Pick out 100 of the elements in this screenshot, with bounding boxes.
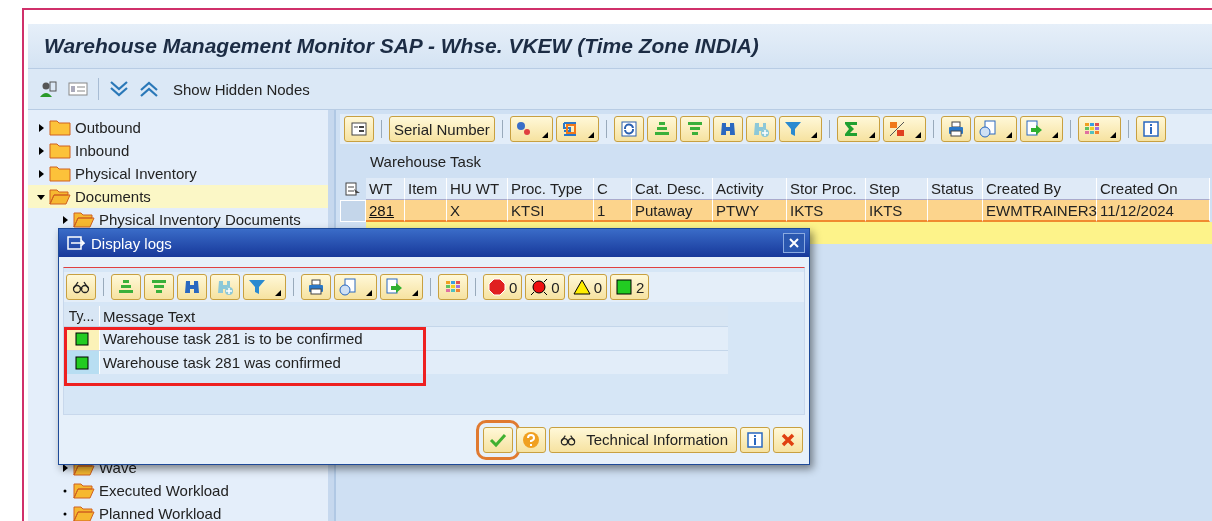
expander-icon[interactable] (36, 192, 45, 201)
filter-icon (783, 120, 802, 138)
column-header[interactable]: Item (405, 178, 447, 200)
column-header[interactable]: Cat. Desc. (632, 178, 713, 200)
caret-icon (587, 132, 594, 138)
filter-button[interactable] (778, 116, 822, 142)
grid-button[interactable] (438, 274, 468, 300)
binoculars-plus-button[interactable] (745, 116, 776, 142)
grid-button[interactable] (1077, 116, 1121, 142)
message-row[interactable]: Warehouse task 281 was confirmed (64, 350, 728, 374)
open-folder-icon (73, 482, 95, 499)
download-button[interactable] (380, 274, 423, 300)
column-header[interactable]: Status (928, 178, 983, 200)
list-icon[interactable] (68, 81, 88, 97)
sort-descending-button[interactable] (144, 274, 174, 300)
caret-icon (1005, 132, 1012, 138)
table-cell (928, 200, 983, 222)
binoculars-button[interactable] (177, 274, 207, 300)
task-link[interactable]: 281 (366, 200, 405, 222)
download-button[interactable] (1019, 116, 1063, 142)
caret-icon (868, 132, 875, 138)
refresh-button[interactable] (613, 116, 644, 142)
serial-number-button[interactable]: Serial Number (389, 116, 495, 142)
cancel-button[interactable] (773, 426, 803, 453)
success-filter-button[interactable]: 2 (610, 274, 650, 300)
caret-icon (1051, 132, 1058, 138)
gears-button[interactable] (509, 116, 553, 142)
column-header[interactable]: Message Text (100, 307, 728, 325)
open-folder-icon (49, 188, 71, 205)
error-filter-button[interactable]: 0 (525, 274, 565, 300)
expand-all-icon[interactable] (109, 80, 129, 98)
column-header[interactable]: Proc. Type (508, 178, 594, 200)
transfer-icon (560, 120, 579, 138)
tree-item[interactable]: Physical Inventory Documents (28, 208, 328, 231)
expander-icon[interactable] (60, 463, 69, 472)
open-folder-icon (73, 505, 95, 521)
sort-descending-button[interactable] (679, 116, 710, 142)
tree-item[interactable]: Planned Workload (28, 502, 328, 521)
warning-filter-button[interactable]: 0 (567, 274, 608, 300)
binoculars-plus-button[interactable] (210, 274, 240, 300)
column-header[interactable]: Activity (713, 178, 787, 200)
info-button[interactable] (740, 426, 770, 453)
technical-information-button[interactable]: Technical Information (549, 426, 737, 453)
filter-button[interactable] (243, 274, 286, 300)
info-button[interactable] (1135, 116, 1166, 142)
table-cell: IKTS (866, 200, 928, 222)
subtotal-icon (887, 120, 906, 138)
message-row[interactable]: Warehouse task 281 is to be confirmed (64, 326, 728, 350)
transfer-button[interactable] (555, 116, 599, 142)
subtotal-button[interactable] (882, 116, 926, 142)
binoculars-button[interactable] (712, 116, 743, 142)
column-header[interactable]: Created On (1097, 178, 1210, 200)
window-title: Warehouse Management Monitor SAP - Whse. VKEW (Time Zone INDIA) (44, 34, 759, 58)
help-icon (522, 430, 541, 449)
stop-filter-button[interactable]: 0 (483, 274, 523, 300)
column-header[interactable]: Step (866, 178, 928, 200)
expander-icon[interactable] (36, 146, 45, 155)
table-cell: 1 (594, 200, 632, 222)
print-button[interactable] (301, 274, 331, 300)
cancel-icon (780, 431, 796, 448)
print-icon (307, 278, 325, 296)
export-icon (339, 278, 357, 296)
expander-icon[interactable] (36, 169, 45, 178)
column-header[interactable]: Stor Proc. (787, 178, 866, 200)
sum-button[interactable] (836, 116, 880, 142)
sort-ascending-icon (117, 278, 135, 296)
tree-item[interactable]: Executed Workload (28, 479, 328, 502)
tree-item[interactable]: Outbound (28, 116, 328, 139)
stop-sign-icon (488, 278, 506, 296)
tree-item[interactable]: Physical Inventory (28, 162, 328, 185)
layout-button[interactable] (344, 116, 374, 142)
column-header[interactable]: Created By (983, 178, 1097, 200)
binoculars-plus-icon (216, 278, 234, 296)
gears-icon (514, 120, 533, 138)
export-button[interactable] (973, 116, 1017, 142)
tree-item[interactable]: Inbound (28, 139, 328, 162)
folder-icon (49, 165, 71, 182)
glasses-button[interactable] (66, 274, 96, 300)
expander-icon[interactable] (36, 123, 45, 132)
caret-icon (366, 290, 372, 296)
warning-triangle-icon (572, 278, 591, 296)
collapse-all-icon[interactable] (139, 80, 159, 98)
export-button[interactable] (334, 274, 377, 300)
checkmark-icon (489, 431, 508, 448)
column-header[interactable]: HU WT (447, 178, 508, 200)
person-settings-icon[interactable] (38, 80, 58, 98)
table-cell: KTSI (508, 200, 594, 222)
tree-item[interactable]: Documents (28, 185, 328, 208)
success-square-icon (615, 278, 634, 296)
sort-ascending-button[interactable] (111, 274, 141, 300)
column-header[interactable]: WT (366, 178, 405, 200)
sort-ascending-button[interactable] (646, 116, 677, 142)
column-header[interactable]: C (594, 178, 632, 200)
close-button[interactable] (783, 233, 805, 253)
expander-icon[interactable] (60, 215, 69, 224)
show-hidden-nodes-button[interactable]: Show Hidden Nodes (169, 80, 314, 98)
table-row[interactable]: 281 X KTSI 1 Putaway PTWY IKTS IKTS EWMTRAINER3 11/12/2024 (340, 200, 1212, 222)
caret-icon (541, 132, 548, 138)
print-button[interactable] (940, 116, 971, 142)
help-button[interactable] (516, 426, 547, 453)
